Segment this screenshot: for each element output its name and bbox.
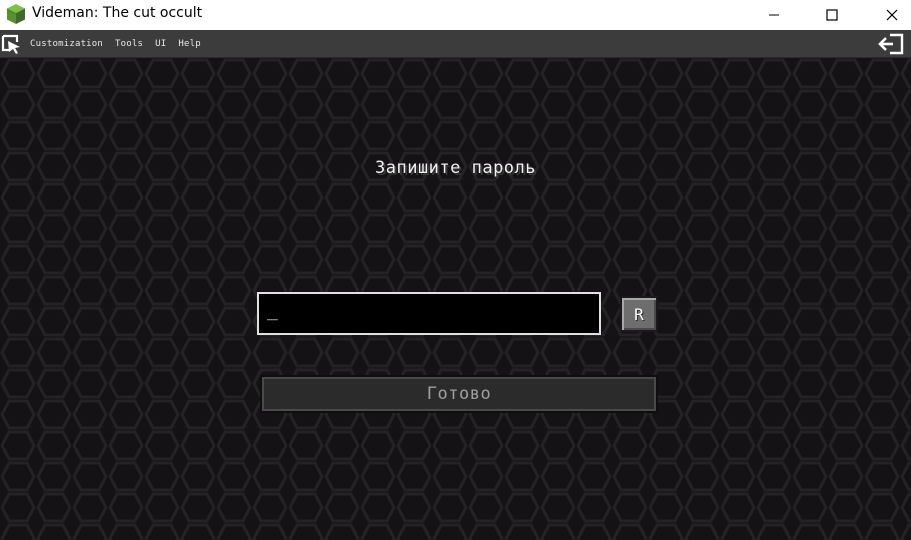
window-titlebar: Videman: The cut occult xyxy=(0,0,911,30)
menu-items: Customization Tools UI Help xyxy=(30,30,213,58)
maximize-icon xyxy=(826,9,838,21)
reveal-password-button[interactable]: R xyxy=(620,296,658,332)
menu-bar: Customization Tools UI Help xyxy=(0,30,911,58)
menu-tools[interactable]: Tools xyxy=(115,30,143,58)
exit-icon[interactable] xyxy=(878,33,904,55)
done-button[interactable]: Готово xyxy=(260,375,658,413)
window-title: Videman: The cut occult xyxy=(32,5,203,21)
close-button[interactable] xyxy=(862,0,911,30)
password-screen: Запишите пароль _ R Готово xyxy=(0,58,911,540)
password-input[interactable]: _ xyxy=(257,292,601,335)
menu-customization[interactable]: Customization xyxy=(30,30,103,58)
menu-help[interactable]: Help xyxy=(178,30,200,58)
maximize-button[interactable] xyxy=(802,0,862,30)
ui-logo-icon[interactable] xyxy=(0,33,24,55)
minimize-icon xyxy=(769,14,779,16)
minimize-button[interactable] xyxy=(744,0,804,30)
grass-block-icon xyxy=(7,4,25,24)
password-value: _ xyxy=(267,300,278,321)
password-prompt: Запишите пароль xyxy=(374,158,537,178)
close-icon xyxy=(886,9,898,21)
menu-ui[interactable]: UI xyxy=(155,30,166,58)
